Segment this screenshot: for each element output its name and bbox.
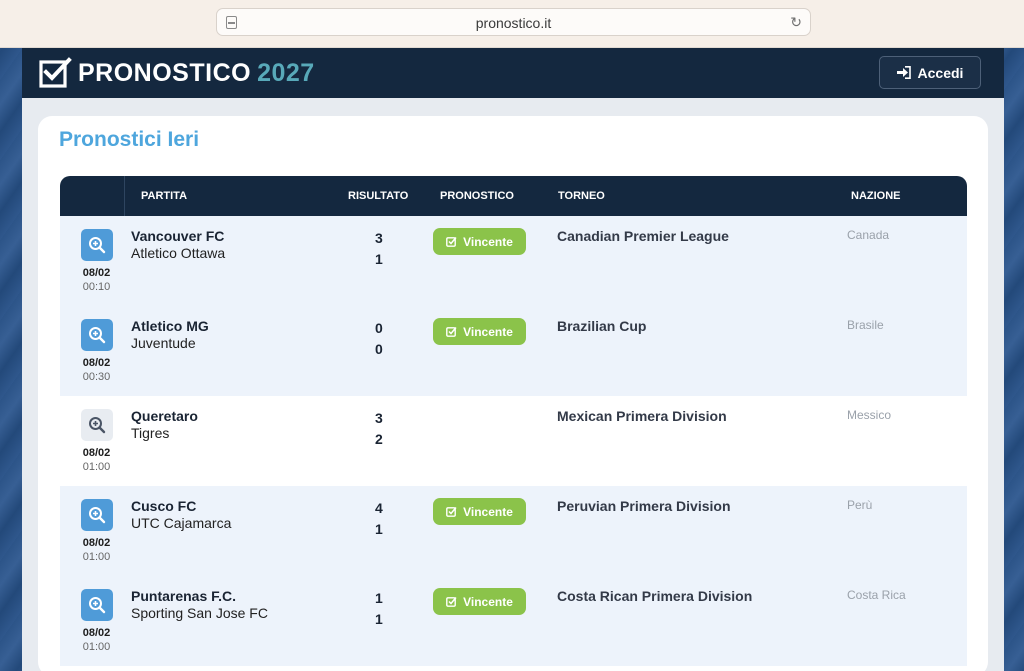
match-date: 08/02 [82, 627, 111, 639]
match-details-button[interactable] [81, 229, 113, 261]
logo-year: 2027 [257, 59, 315, 87]
nation-name: Messico [847, 408, 892, 422]
away-score: 1 [375, 251, 383, 267]
match-date: 08/02 [82, 537, 111, 549]
check-square-icon [446, 597, 457, 607]
login-label: Accedi [917, 64, 964, 81]
tournament-name: Peruvian Primera Division [557, 498, 731, 514]
page-title: Pronostici Ieri [59, 128, 200, 151]
zoom-in-icon [89, 417, 106, 434]
site-header: PRONOSTICO 2027 Accedi [22, 48, 1004, 98]
match-details-button[interactable] [81, 409, 113, 441]
logo-name: PRONOSTICO [78, 59, 252, 87]
prediction-label: Vincente [463, 234, 513, 249]
home-team: Puntarenas F.C. [131, 588, 237, 604]
checkbox-icon [39, 57, 72, 88]
prediction-badge: Vincente [433, 498, 526, 525]
sign-in-icon [896, 66, 911, 79]
url-text[interactable]: pronostico.it [217, 15, 810, 31]
home-score: 1 [375, 590, 383, 606]
home-team: Atletico MG [131, 318, 209, 334]
home-score: 3 [375, 410, 383, 426]
home-team: Cusco FC [131, 498, 197, 514]
away-team: UTC Cajamarca [131, 515, 232, 531]
match-details-button[interactable] [81, 589, 113, 621]
column-result: RISULTATO [348, 190, 409, 202]
home-score: 3 [375, 230, 383, 246]
prediction-badge: Vincente [433, 318, 526, 345]
nation-name: Costa Rica [847, 588, 906, 602]
column-prediction: PRONOSTICO [440, 190, 514, 202]
check-square-icon [446, 327, 457, 337]
zoom-in-icon [89, 327, 106, 344]
table-row[interactable]: 08/02 01:00 Queretaro Tigres 3 2 Mexican… [60, 396, 967, 486]
away-team: Atletico Ottawa [131, 245, 226, 261]
match-time: 01:00 [82, 641, 111, 653]
prediction-label: Vincente [463, 594, 513, 609]
prediction-badge: Vincente [433, 588, 526, 615]
address-bar[interactable]: pronostico.it ↻ [216, 8, 811, 36]
check-square-icon [446, 237, 457, 247]
reload-icon[interactable]: ↻ [790, 14, 802, 31]
away-score: 0 [375, 341, 383, 357]
prediction-badge: Vincente [433, 228, 526, 255]
column-nation: NAZIONE [851, 190, 901, 202]
home-team: Queretaro [131, 408, 198, 424]
match-time: 01:00 [82, 461, 111, 473]
table-header: PARTITA RISULTATO PRONOSTICO TORNEO NAZI… [60, 176, 967, 216]
table-row[interactable]: 08/02 01:00 Puntarenas F.C. Sporting San… [60, 576, 967, 666]
tournament-name: Canadian Premier League [557, 228, 729, 244]
nation-name: Perù [847, 498, 873, 512]
nation-name: Brasile [847, 318, 884, 332]
predictions-card: Pronostici Ieri PARTITA RISULTATO PRONOS… [38, 116, 988, 671]
away-score: 1 [375, 521, 383, 537]
predictions-table: PARTITA RISULTATO PRONOSTICO TORNEO NAZI… [60, 176, 967, 666]
match-details-button[interactable] [81, 499, 113, 531]
login-button[interactable]: Accedi [879, 56, 981, 89]
away-team: Juventude [131, 335, 196, 351]
browser-toolbar: pronostico.it ↻ [0, 0, 1024, 48]
column-match: PARTITA [141, 190, 188, 202]
header-divider [124, 176, 125, 216]
match-date: 08/02 [82, 447, 111, 459]
zoom-in-icon [89, 237, 106, 254]
table-row[interactable]: 08/02 01:00 Cusco FC UTC Cajamarca 4 1 V… [60, 486, 967, 576]
column-tournament: TORNEO [558, 190, 605, 202]
home-score: 4 [375, 500, 383, 516]
away-score: 1 [375, 611, 383, 627]
match-date: 08/02 [82, 357, 111, 369]
match-time: 01:00 [82, 551, 111, 563]
check-square-icon [446, 507, 457, 517]
tournament-name: Mexican Primera Division [557, 408, 727, 424]
nation-name: Canada [847, 228, 890, 242]
table-row[interactable]: 08/02 00:10 Vancouver FC Atletico Ottawa… [60, 216, 967, 306]
tournament-name: Costa Rican Primera Division [557, 588, 753, 604]
zoom-in-icon [89, 597, 106, 614]
zoom-in-icon [89, 507, 106, 524]
home-team: Vancouver FC [131, 228, 225, 244]
match-time: 00:10 [82, 281, 111, 293]
match-details-button[interactable] [81, 319, 113, 351]
away-team: Tigres [131, 425, 170, 441]
match-date: 08/02 [82, 267, 111, 279]
home-score: 0 [375, 320, 383, 336]
site-frame: PRONOSTICO 2027 Accedi Pronostici Ieri PA… [22, 48, 1004, 671]
table-row[interactable]: 08/02 00:30 Atletico MG Juventude 0 0 Vi… [60, 306, 967, 396]
site-logo[interactable]: PRONOSTICO 2027 [78, 59, 315, 88]
prediction-label: Vincente [463, 504, 513, 519]
away-score: 2 [375, 431, 383, 447]
prediction-label: Vincente [463, 324, 513, 339]
away-team: Sporting San Jose FC [131, 605, 268, 621]
match-time: 00:30 [82, 371, 111, 383]
tournament-name: Brazilian Cup [557, 318, 647, 334]
